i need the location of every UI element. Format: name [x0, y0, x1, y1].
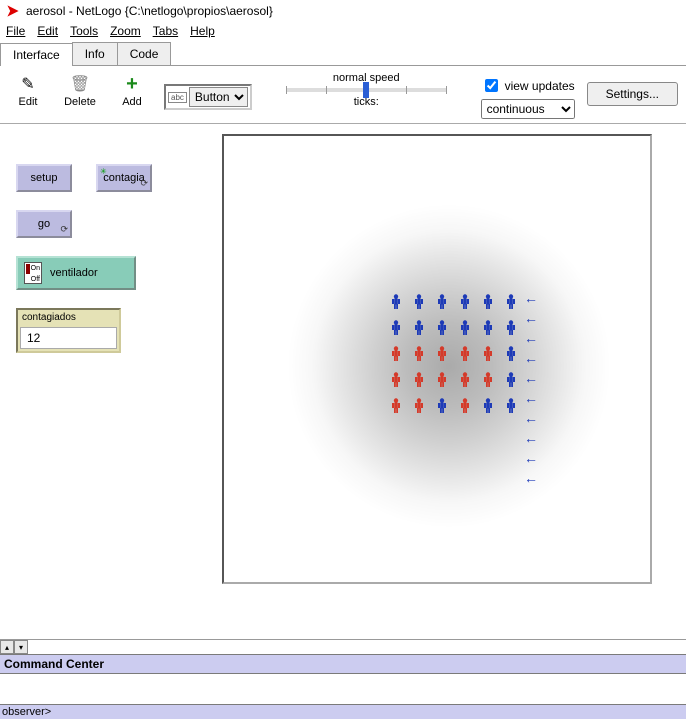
fan-arrow-icon: ←: [524, 411, 538, 425]
workspace: setup ✳ contagia ⟳ go ⟳ On Off ventilado…: [0, 124, 686, 639]
scroll-down-icon[interactable]: ▾: [14, 640, 28, 654]
person-agent: [460, 294, 470, 310]
person-agent: [391, 372, 401, 388]
agent-grid: [391, 294, 516, 424]
tab-info[interactable]: Info: [72, 42, 118, 65]
menu-file[interactable]: File: [6, 24, 25, 38]
speed-slider[interactable]: [286, 88, 446, 92]
window-title: aerosol - NetLogo {C:\netlogo\propios\ae…: [26, 4, 273, 18]
world-view[interactable]: ← ← ← ← ← ← ← ← ← ←: [222, 134, 652, 584]
speed-thumb[interactable]: [363, 82, 369, 98]
interface-toolbar: ✎ Edit 🗑 Delete + Add abc Button normal …: [0, 66, 686, 124]
person-agent: [460, 398, 470, 414]
scroll-controls: ▴ ▾: [0, 640, 686, 654]
monitor-label: contagiados: [18, 310, 119, 325]
abc-icon: abc: [168, 92, 187, 103]
fan-arrow-icon: ←: [524, 351, 538, 365]
menu-help[interactable]: Help: [190, 24, 215, 38]
observer-prompt[interactable]: observer>: [0, 704, 686, 719]
person-agent: [483, 346, 493, 362]
tab-code[interactable]: Code: [117, 42, 172, 65]
forever-icon: ⟳: [60, 224, 68, 235]
trash-icon: 🗑: [70, 74, 90, 94]
fan-arrow-icon: ←: [524, 291, 538, 305]
tabs-bar: Interface Info Code: [0, 42, 686, 66]
person-agent: [414, 372, 424, 388]
person-agent: [414, 320, 424, 336]
plus-icon: +: [126, 74, 138, 94]
person-agent: [437, 294, 447, 310]
settings-button[interactable]: Settings...: [587, 82, 678, 106]
app-icon: [6, 4, 20, 18]
monitor-value: 12: [20, 327, 117, 349]
person-agent: [483, 372, 493, 388]
person-agent: [414, 294, 424, 310]
person-agent: [506, 320, 516, 336]
fan-arrow-icon: ←: [524, 311, 538, 325]
view-updates-group: view updates continuous: [481, 76, 575, 119]
contagiados-monitor: contagiados 12: [16, 308, 121, 353]
pencil-icon: ✎: [21, 74, 34, 94]
view-updates-input[interactable]: [485, 79, 498, 92]
person-agent: [414, 398, 424, 414]
menu-edit[interactable]: Edit: [37, 24, 58, 38]
menu-zoom[interactable]: Zoom: [110, 24, 141, 38]
go-button[interactable]: go ⟳: [16, 210, 72, 238]
turtle-lock-icon: ✳: [100, 167, 107, 176]
view-updates-checkbox[interactable]: view updates: [481, 76, 575, 95]
person-agent: [460, 320, 470, 336]
fan-arrow-icon: ←: [524, 331, 538, 345]
tool-edit[interactable]: ✎ Edit: [8, 74, 48, 108]
person-agent: [506, 294, 516, 310]
person-agent: [506, 372, 516, 388]
person-agent: [437, 398, 447, 414]
widget-type-dropdown[interactable]: abc Button: [164, 84, 252, 110]
person-agent: [437, 372, 447, 388]
menubar: File Edit Tools Zoom Tabs Help: [0, 22, 686, 42]
widget-type-select[interactable]: Button: [189, 87, 248, 107]
fan-arrow-icon: ←: [524, 431, 538, 445]
person-agent: [460, 346, 470, 362]
person-agent: [483, 320, 493, 336]
fan-arrow-icon: ←: [524, 371, 538, 385]
window-titlebar: aerosol - NetLogo {C:\netlogo\propios\ae…: [0, 0, 686, 22]
person-agent: [483, 294, 493, 310]
person-agent: [414, 346, 424, 362]
menu-tools[interactable]: Tools: [70, 24, 98, 38]
contagia-button[interactable]: ✳ contagia ⟳: [96, 164, 152, 192]
person-agent: [483, 398, 493, 414]
person-agent: [460, 372, 470, 388]
command-center-output[interactable]: [0, 674, 686, 704]
speed-slider-area: normal speed ticks:: [264, 72, 469, 108]
ventilador-switch[interactable]: On Off ventilador: [16, 256, 136, 290]
update-mode-select[interactable]: continuous: [481, 99, 575, 119]
tool-delete[interactable]: 🗑 Delete: [60, 74, 100, 108]
person-agent: [506, 346, 516, 362]
fan-arrows: ← ← ← ← ← ← ← ← ← ←: [524, 291, 538, 485]
person-agent: [391, 398, 401, 414]
fan-arrow-icon: ←: [524, 451, 538, 465]
scroll-up-icon[interactable]: ▴: [0, 640, 14, 654]
person-agent: [391, 346, 401, 362]
forever-icon: ⟳: [140, 178, 148, 189]
person-agent: [391, 294, 401, 310]
person-agent: [437, 320, 447, 336]
menu-tabs[interactable]: Tabs: [153, 24, 178, 38]
person-agent: [506, 398, 516, 414]
command-center-header[interactable]: Command Center: [0, 654, 686, 674]
person-agent: [391, 320, 401, 336]
switch-toggle-icon[interactable]: On Off: [24, 262, 42, 284]
tool-add[interactable]: + Add: [112, 74, 152, 108]
person-agent: [437, 346, 447, 362]
switch-label: ventilador: [50, 267, 98, 279]
tab-interface[interactable]: Interface: [0, 43, 73, 66]
fan-arrow-icon: ←: [524, 391, 538, 405]
controls-column: setup ✳ contagia ⟳ go ⟳ On Off ventilado…: [10, 134, 210, 353]
setup-button[interactable]: setup: [16, 164, 72, 192]
fan-arrow-icon: ←: [524, 471, 538, 485]
